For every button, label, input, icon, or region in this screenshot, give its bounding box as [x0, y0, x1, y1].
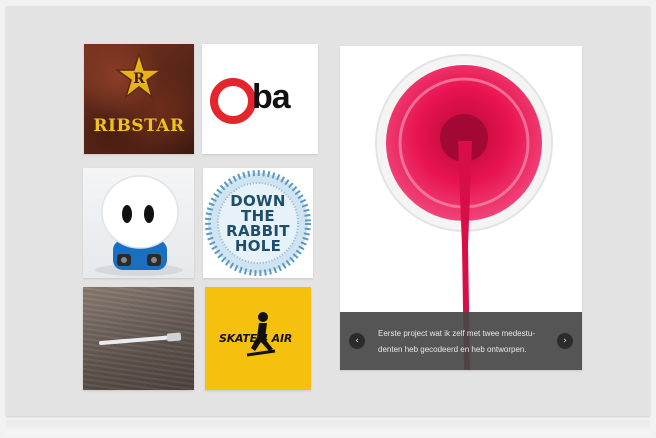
oba-logo-o [210, 78, 256, 124]
project-tile-skate4air[interactable]: SKATE 4 AIR [205, 287, 311, 390]
oba-logo-text: ba [252, 78, 291, 116]
usb-pen-image [99, 332, 182, 345]
robot-image [95, 175, 183, 276]
star-logo-icon: R [115, 52, 163, 100]
ribstar-logo-text: RIBSTAR [93, 116, 185, 136]
rabbit-line-4: HOLE [234, 237, 282, 255]
skate4air-logo-text: SKATE 4 AIR [219, 332, 293, 345]
chevron-right-icon[interactable]: › [557, 333, 573, 349]
project-tile-rabbit-hole[interactable]: DOWN THE RABBIT HOLE [203, 168, 313, 278]
chevron-left-icon[interactable]: ‹ [349, 333, 365, 349]
bottom-strip [6, 420, 650, 434]
project-tile-ribstar[interactable]: R RIBSTAR [84, 44, 194, 154]
project-tile-wood[interactable] [83, 287, 194, 390]
project-tile-robot[interactable] [83, 168, 194, 278]
project-tile-oba[interactable]: ba [202, 44, 318, 154]
slider-caption-bar: ‹ Eerste project wat ik zelf met twee me… [340, 312, 582, 370]
featured-slider[interactable]: ‹ Eerste project wat ik zelf met twee me… [340, 46, 582, 370]
slider-caption: Eerste project wat ik zelf met twee mede… [378, 329, 535, 354]
rabbit-hole-title: DOWN THE RABBIT HOLE [203, 194, 313, 254]
ribstar-star-letter: R [133, 71, 145, 87]
